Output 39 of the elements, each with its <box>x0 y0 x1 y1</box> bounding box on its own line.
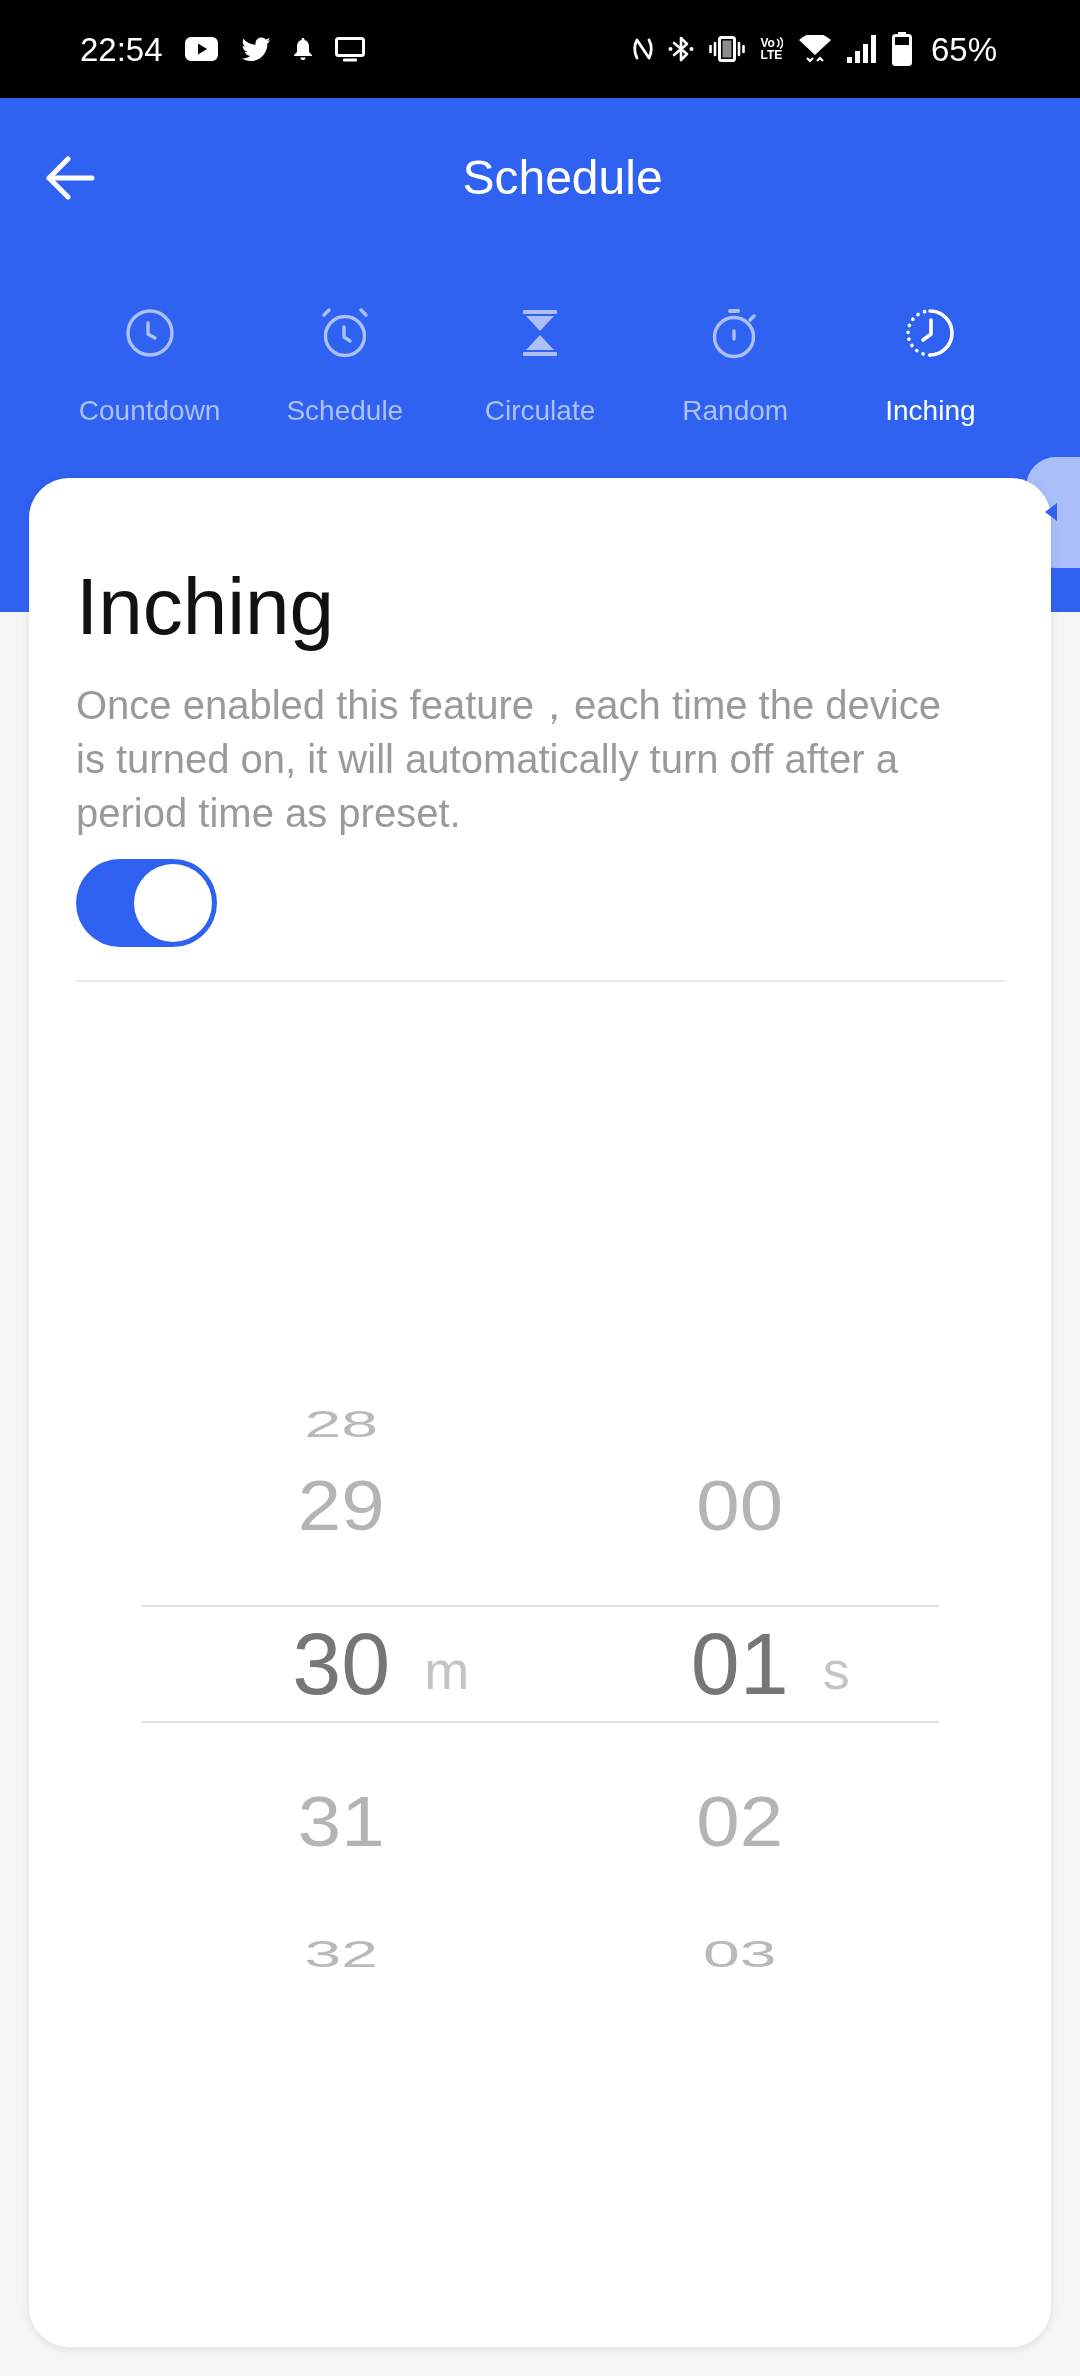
battery-icon <box>891 32 912 66</box>
picker-value[interactable]: 03 <box>703 1935 777 1973</box>
volte-text: Vo <box>760 37 775 49</box>
bird-icon <box>239 36 271 62</box>
clock-icon <box>123 307 176 359</box>
screen-title: Schedule <box>462 150 663 207</box>
mode-tab[interactable]: Schedule <box>247 307 443 428</box>
unit-label: s <box>822 1639 850 1697</box>
signal-icon <box>846 35 877 63</box>
mode-tab[interactable]: Countdown <box>52 307 248 428</box>
mode-tab[interactable]: Random <box>637 307 833 428</box>
picker-value[interactable]: 01 <box>690 1620 789 1708</box>
picker-value[interactable]: 28 <box>304 1405 378 1443</box>
monitor-icon <box>334 36 365 62</box>
mode-tab[interactable]: Inching <box>832 307 1028 428</box>
battery-percentage: 65% <box>930 32 997 66</box>
panel-title: Inching <box>76 561 335 653</box>
lte-text: LTE <box>760 49 783 61</box>
picker-value[interactable]: 02 <box>696 1786 784 1858</box>
unit-label: m <box>424 1639 470 1697</box>
vibrate-icon <box>709 36 746 62</box>
wave-icon <box>775 37 783 49</box>
bell-icon <box>292 38 313 60</box>
picker-value[interactable]: 30 <box>292 1620 391 1708</box>
status-time: 22:54 <box>80 32 163 66</box>
picker-value[interactable]: 32 <box>304 1935 378 1973</box>
picker-value[interactable]: 31 <box>297 1786 385 1858</box>
panel-description: Once enabled this feature，each time the device is turned on, it will automatically turn off after a period time as preset. <box>76 682 942 837</box>
bluetooth-icon <box>668 35 695 63</box>
back-arrow-icon <box>45 156 95 200</box>
picker-value[interactable]: 00 <box>696 1470 784 1542</box>
picker-value[interactable]: 29 <box>297 1470 385 1542</box>
nfc-icon <box>633 36 654 62</box>
video-play-icon <box>184 37 218 61</box>
caret-left-icon <box>1045 503 1057 521</box>
mode-tab[interactable]: Circulate <box>442 307 638 428</box>
dotted-clock-icon <box>904 307 957 359</box>
back-button[interactable] <box>45 156 95 200</box>
wifi-icon <box>797 35 832 63</box>
